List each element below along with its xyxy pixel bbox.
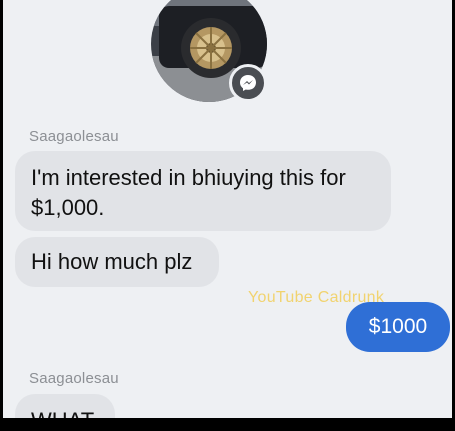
- message-bubble-outgoing[interactable]: $1000: [346, 302, 450, 352]
- message-bubble-incoming[interactable]: WHAT: [15, 394, 115, 418]
- message-bubble-incoming[interactable]: I'm interested in bhiuying this for $1,0…: [15, 151, 391, 231]
- message-text: I'm interested in bhiuying this for $1,0…: [31, 165, 346, 220]
- message-text: Hi how much plz: [31, 249, 193, 274]
- messenger-badge-icon: [229, 64, 267, 102]
- message-text: $1000: [368, 315, 428, 338]
- message-text: WHAT: [31, 408, 94, 418]
- chat-screen: Saagaolesau I'm interested in bhiuying t…: [3, 0, 452, 418]
- message-bubble-incoming[interactable]: Hi how much plz: [15, 237, 219, 287]
- sender-name: Saagaolesau: [29, 128, 119, 145]
- sender-name: Saagaolesau: [29, 370, 119, 387]
